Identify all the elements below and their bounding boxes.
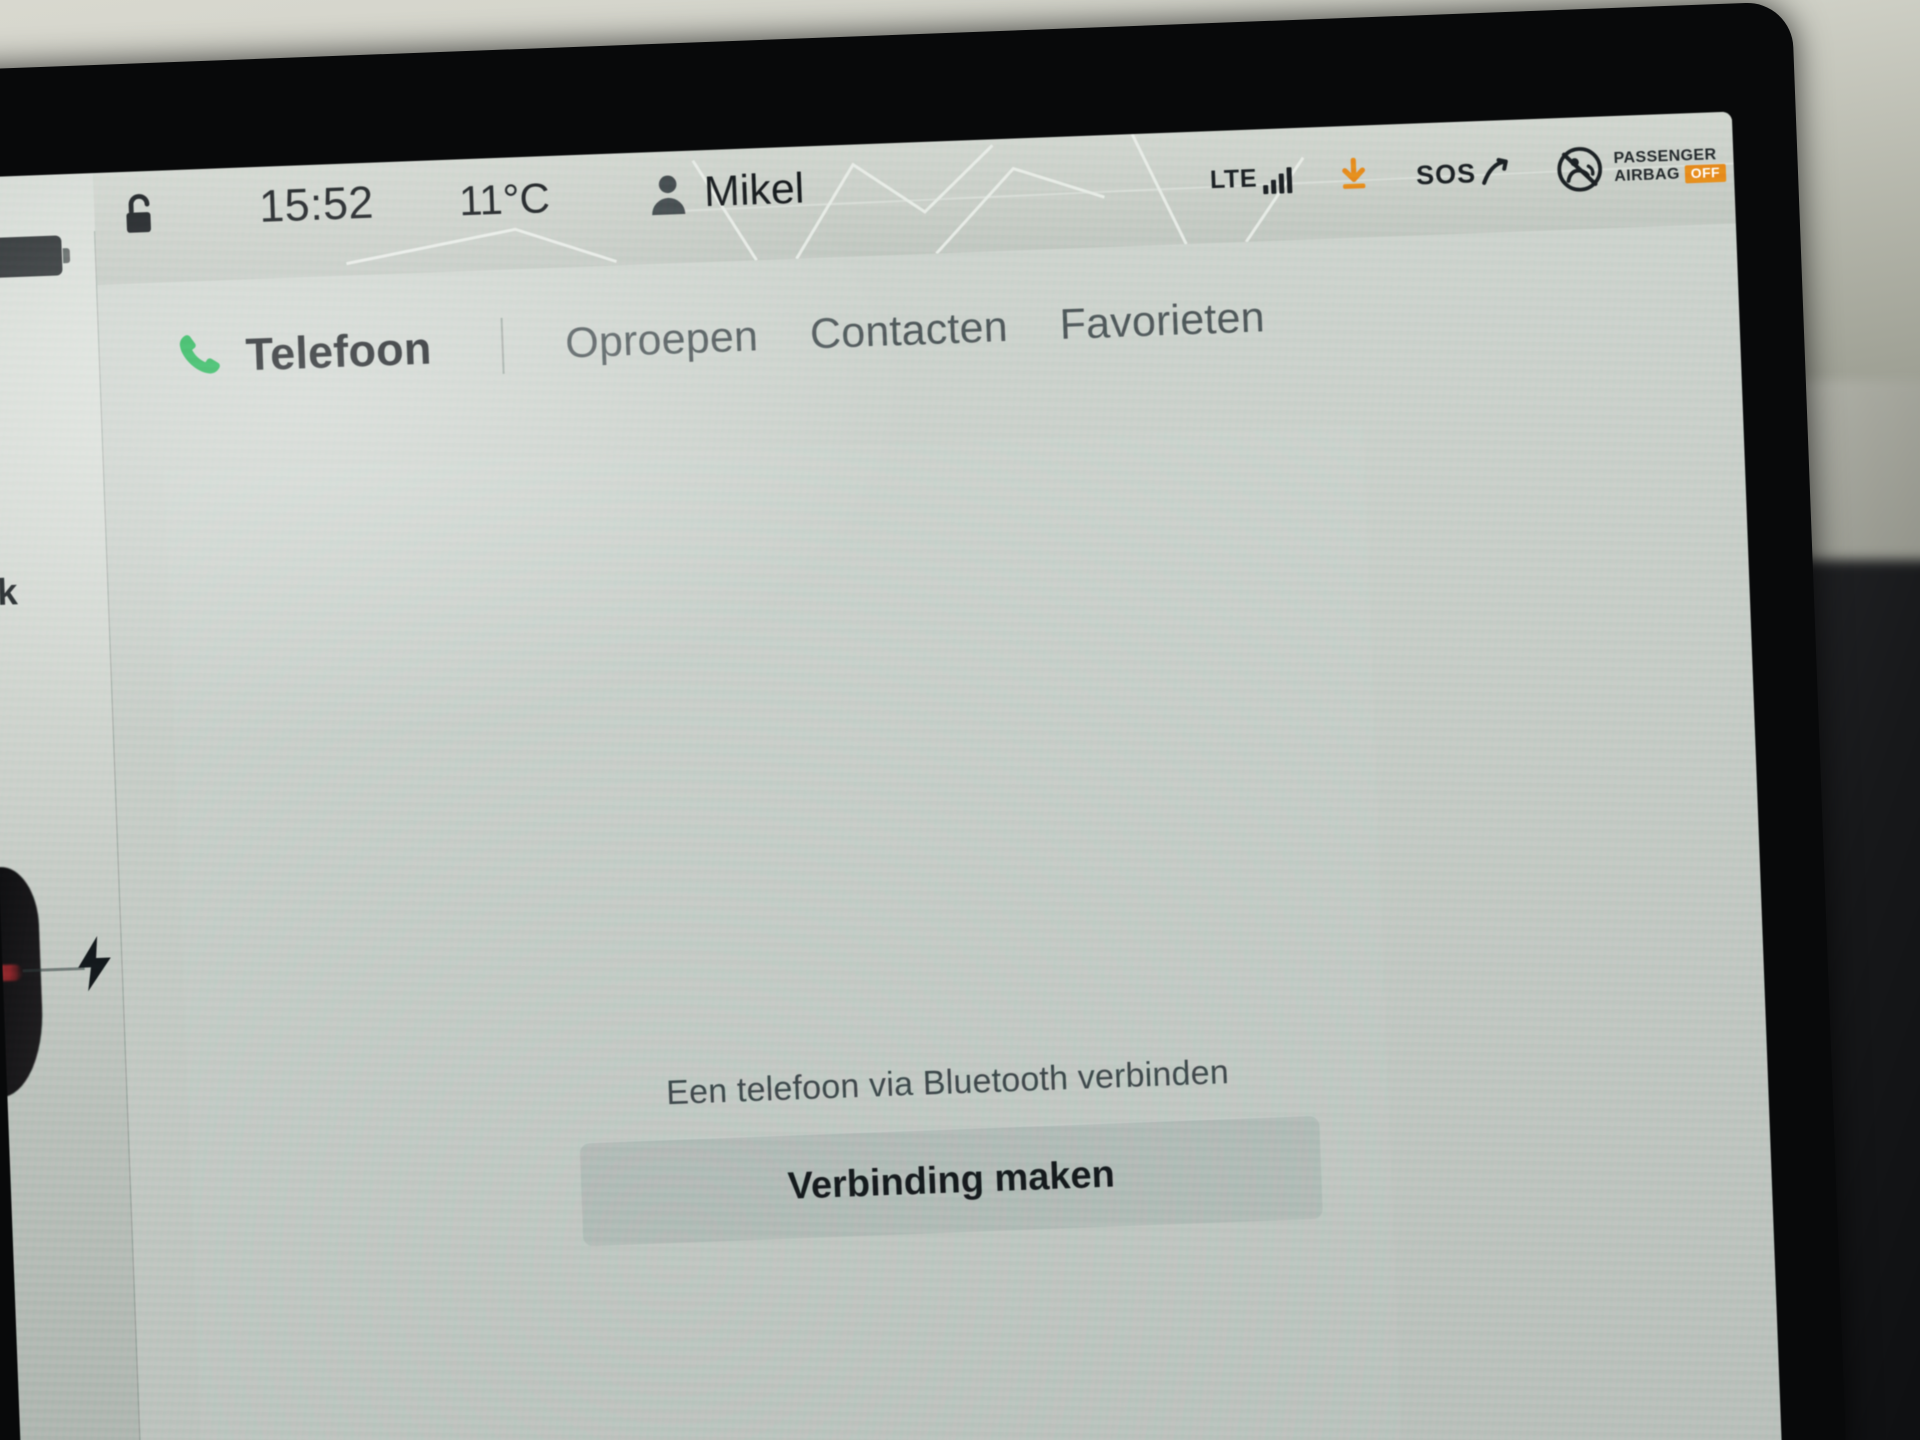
photo-scene: km terbak n [0, 0, 1920, 1440]
display-bezel: km terbak n [0, 1, 1848, 1440]
infotainment-screen: km terbak n [0, 111, 1786, 1440]
screen-moire-rings [164, 425, 1407, 1440]
